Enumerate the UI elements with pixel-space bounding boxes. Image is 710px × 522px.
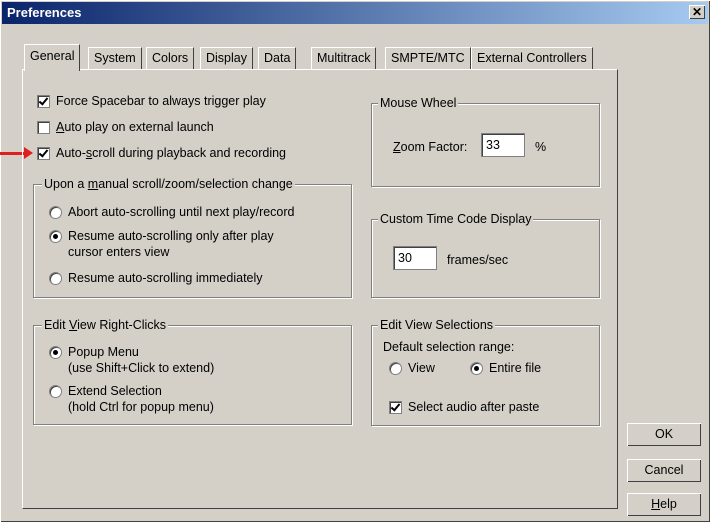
- close-icon: ✕: [691, 5, 703, 19]
- tab-label: Multitrack: [317, 51, 371, 65]
- tab-label: Display: [206, 51, 247, 65]
- tab-general[interactable]: General: [24, 44, 81, 71]
- tab-label: Data: [264, 51, 291, 65]
- tab-data[interactable]: Data: [258, 47, 297, 69]
- tab-label: System: [94, 51, 136, 65]
- tab-smpte-mtc[interactable]: SMPTE/MTC: [385, 47, 471, 69]
- tab-label: Colors: [152, 51, 189, 65]
- general-panel: [22, 69, 618, 509]
- preferences-dialog: Preferences ✕ General System Colors Disp…: [0, 0, 710, 522]
- tab-colors[interactable]: Colors: [146, 47, 195, 69]
- help-button[interactable]: Help: [627, 493, 701, 516]
- tab-multitrack[interactable]: Multitrack: [311, 47, 377, 69]
- tab-label: SMPTE/MTC: [391, 51, 465, 65]
- tab-external-controllers[interactable]: External Controllers: [471, 47, 593, 69]
- ok-label: OK: [654, 427, 674, 441]
- tab-display[interactable]: Display: [200, 47, 253, 69]
- tab-label: General: [30, 49, 75, 63]
- window-title: Preferences: [7, 5, 82, 20]
- access-key: H: [651, 497, 661, 511]
- title-bar: Preferences ✕: [2, 2, 708, 24]
- ok-button[interactable]: OK: [627, 423, 701, 446]
- cancel-button[interactable]: Cancel: [627, 459, 701, 482]
- tab-system[interactable]: System: [88, 47, 142, 69]
- cancel-label: Cancel: [644, 463, 684, 477]
- tab-label: External Controllers: [477, 51, 587, 65]
- help-label: elp: [660, 497, 677, 511]
- close-button[interactable]: ✕: [689, 5, 705, 19]
